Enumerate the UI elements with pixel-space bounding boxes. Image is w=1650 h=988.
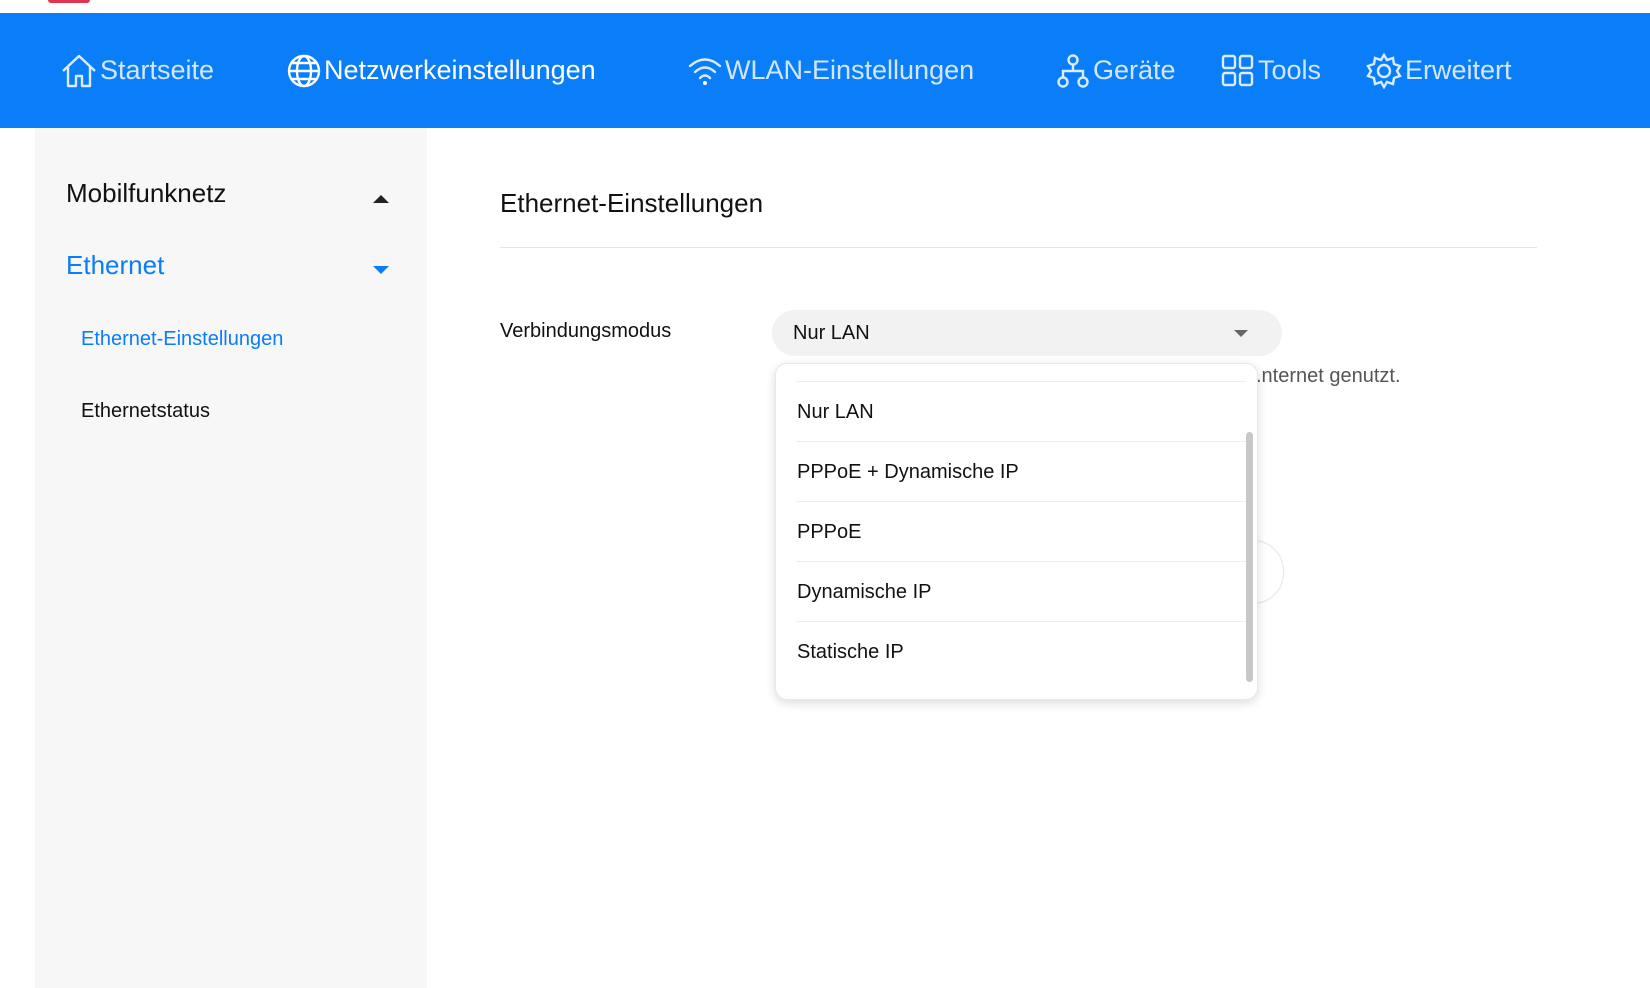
option-label: PPPoE + Dynamische IP [797, 461, 1019, 483]
nav-item-erweitert[interactable]: Erweitert [1365, 13, 1512, 128]
dropdown-option-pppoe[interactable]: PPPoE [796, 502, 1246, 562]
nav-item-label: WLAN-Einstellungen [725, 55, 975, 85]
dropdown-option-pppoe-dynamische-ip[interactable]: PPPoE + Dynamische IP [796, 442, 1246, 502]
nav-item-wlan-einstellungen[interactable]: WLAN-Einstellungen [687, 13, 974, 128]
dropdown-option-nur-lan[interactable]: Nur LAN [796, 382, 1246, 442]
sidebar-item-ethernetstatus[interactable]: Ethernetstatus [81, 400, 210, 423]
dropdown-option-dynamische-ip[interactable]: Dynamische IP [796, 562, 1246, 622]
sidebar-item-label: Ethernet-Einstellungen [81, 328, 284, 350]
caret-down-icon[interactable] [373, 266, 389, 274]
sidebar-group-label: Ethernet [66, 250, 165, 280]
wifi-icon [687, 54, 725, 88]
sidebar-group-label: Mobilfunknetz [66, 178, 227, 208]
connection-mode-select[interactable]: Nur LAN [772, 310, 1282, 356]
nav-item-label: Netzwerkeinstellungen [324, 55, 596, 85]
sidebar-item-ethernet-einstellungen[interactable]: Ethernet-Einstellungen [81, 328, 283, 351]
nav-item-label: Startseite [100, 55, 215, 85]
home-icon [60, 53, 100, 89]
page-title: Ethernet-Einstellungen [500, 188, 764, 218]
connection-mode-dropdown: Nur LAN PPPoE + Dynamische IP PPPoE Dyna… [775, 363, 1258, 700]
network-devices-icon [1055, 53, 1093, 89]
nav-item-label: Erweitert [1405, 55, 1512, 85]
brand-logo-fragment [48, 0, 90, 3]
connection-mode-hint: .nternet genutzt. [1256, 365, 1401, 387]
option-label: Dynamische IP [797, 581, 932, 603]
chevron-down-icon [1234, 330, 1248, 337]
divider [500, 247, 1537, 248]
nav-item-tools[interactable]: Tools [1220, 13, 1321, 128]
nav-item-startseite[interactable]: Startseite [60, 13, 214, 128]
connection-mode-label: Verbindungsmodus [500, 320, 672, 342]
option-label: PPPoE [797, 521, 862, 543]
dropdown-option-statische-ip[interactable]: Statische IP [796, 622, 1246, 682]
sidebar-item-label: Ethernetstatus [81, 400, 210, 422]
nav-item-geraete[interactable]: Geräte [1055, 13, 1176, 128]
sidebar: Mobilfunknetz Ethernet Ethernet-Einstell… [35, 128, 427, 988]
caret-up-icon[interactable] [373, 195, 389, 203]
nav-item-label: Tools [1258, 55, 1322, 85]
nav-item-netzwerkeinstellungen[interactable]: Netzwerkeinstellungen [286, 13, 596, 128]
nav-item-label: Geräte [1093, 55, 1176, 85]
sidebar-group-ethernet[interactable]: Ethernet [66, 250, 164, 281]
grid-tools-icon [1220, 53, 1258, 89]
sidebar-group-mobilfunknetz[interactable]: Mobilfunknetz [66, 178, 226, 209]
option-label: Statische IP [797, 641, 904, 663]
option-label: Nur LAN [797, 401, 874, 423]
gear-icon [1365, 52, 1405, 90]
top-navigation-bar: Startseite Netzwerkeinstellungen WLAN-Ei… [0, 13, 1650, 128]
top-strip [0, 0, 1650, 13]
dropdown-scrollbar[interactable] [1246, 432, 1253, 682]
select-value: Nur LAN [793, 322, 870, 344]
globe-icon [286, 53, 324, 89]
